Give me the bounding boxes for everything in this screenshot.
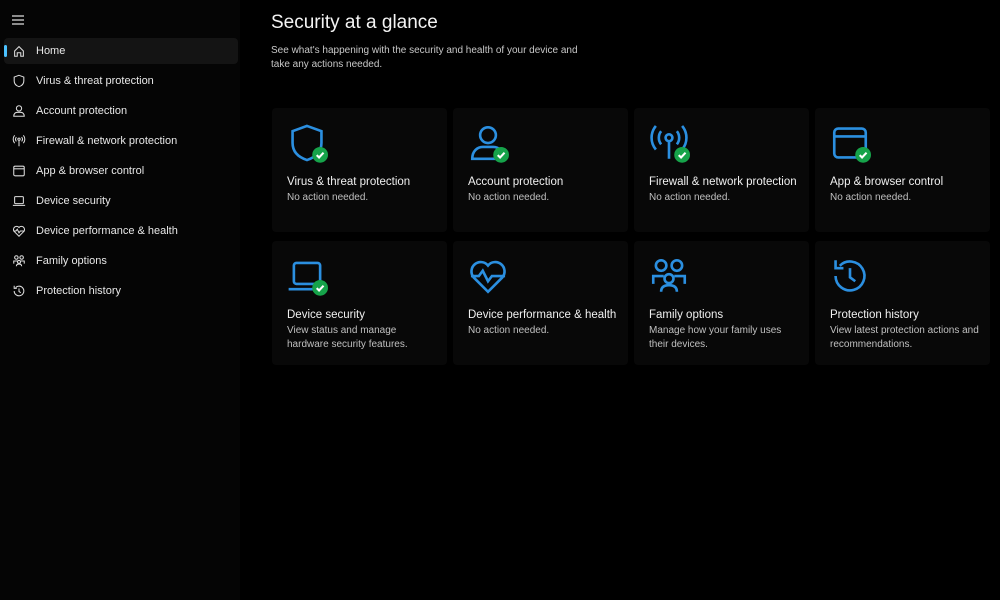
card-protection-history[interactable]: Protection history View latest protection… (815, 241, 990, 365)
family-icon (13, 255, 25, 267)
sidebar-item-firewall-network-protection[interactable]: Firewall & network protection (4, 128, 238, 154)
antenna-icon (650, 125, 690, 163)
family-icon (651, 258, 687, 292)
card-status: View status and manage hardware security… (287, 325, 408, 350)
sidebar-item-label: Device security (36, 195, 111, 207)
shield-icon (13, 74, 25, 88)
card-family-options[interactable]: Family options Manage how your family use… (634, 241, 809, 365)
card-app-browser-control[interactable]: App & browser control No action needed. (815, 108, 990, 232)
card-status: No action needed. (649, 192, 731, 203)
card-title: App & browser control (830, 176, 944, 188)
page-subtitle: See what's happening with the security a… (271, 45, 578, 70)
card-device-security[interactable]: Device security View status and manage ha… (272, 241, 447, 365)
card-title: Protection history (830, 309, 919, 321)
sidebar-item-virus-threat-protection[interactable]: Virus & threat protection (4, 68, 238, 94)
sidebar-item-home[interactable]: Home (4, 38, 238, 64)
hamburger-menu-icon[interactable] (11, 13, 25, 27)
check-badge-icon (312, 146, 328, 163)
sidebar-item-label: Account protection (36, 105, 128, 117)
laptop-icon (288, 261, 328, 296)
card-status: No action needed. (830, 192, 912, 203)
window-icon (832, 127, 871, 163)
shield-icon (291, 124, 328, 163)
card-title: Device performance & health (468, 309, 617, 321)
person-icon (470, 125, 509, 163)
card-title: Firewall & network protection (649, 176, 797, 188)
sidebar-item-label: Protection history (36, 285, 121, 297)
card-title: Device security (287, 309, 365, 321)
card-virus-threat-protection[interactable]: Virus & threat protection No action neede… (272, 108, 447, 232)
sidebar-item-label: Virus & threat protection (36, 75, 154, 87)
sidebar-item-device-performance-health[interactable]: Device performance & health (4, 218, 238, 244)
check-badge-icon (312, 279, 328, 296)
sidebar-item-label: Device performance & health (36, 225, 178, 237)
card-account-protection[interactable]: Account protection No action needed. (453, 108, 628, 232)
page-title: Security at a glance (271, 12, 438, 33)
sidebar-item-protection-history[interactable]: Protection history (4, 278, 238, 304)
sidebar-item-app-browser-control[interactable]: App & browser control (4, 158, 238, 184)
window-icon (13, 165, 25, 177)
sidebar-item-label: Home (36, 45, 66, 57)
sidebar: Home Virus & threat protection Account pro… (0, 0, 240, 600)
antenna-icon (12, 134, 26, 147)
sidebar-item-account-protection[interactable]: Account protection (4, 98, 238, 124)
heart-icon (13, 225, 25, 237)
sidebar-item-label: Family options (36, 255, 107, 267)
sidebar-item-label: App & browser control (36, 165, 145, 177)
card-status: View latest protection actions and recom… (830, 325, 979, 350)
card-firewall-network-protection[interactable]: Firewall & network protection No action n… (634, 108, 809, 232)
sidebar-item-label: Firewall & network protection (36, 135, 178, 147)
sidebar-item-family-options[interactable]: Family options (4, 248, 238, 274)
heart-icon (470, 260, 506, 294)
card-status: No action needed. (468, 192, 550, 203)
check-badge-icon (674, 146, 690, 163)
card-device-performance-health[interactable]: Device performance & health No action nee… (453, 241, 628, 365)
person-icon (13, 105, 25, 117)
history-icon (13, 285, 25, 297)
home-icon (14, 45, 24, 57)
laptop-icon (12, 196, 26, 206)
card-title: Virus & threat protection (287, 176, 411, 188)
card-status: No action needed. (468, 325, 550, 336)
card-status: No action needed. (287, 192, 369, 203)
card-status: Manage how your family uses their device… (649, 325, 782, 350)
card-title: Family options (649, 309, 724, 321)
card-title: Account protection (468, 176, 564, 188)
check-badge-icon (493, 146, 509, 163)
sidebar-item-device-security[interactable]: Device security (4, 188, 238, 214)
check-badge-icon (855, 146, 871, 163)
history-icon (834, 260, 866, 292)
